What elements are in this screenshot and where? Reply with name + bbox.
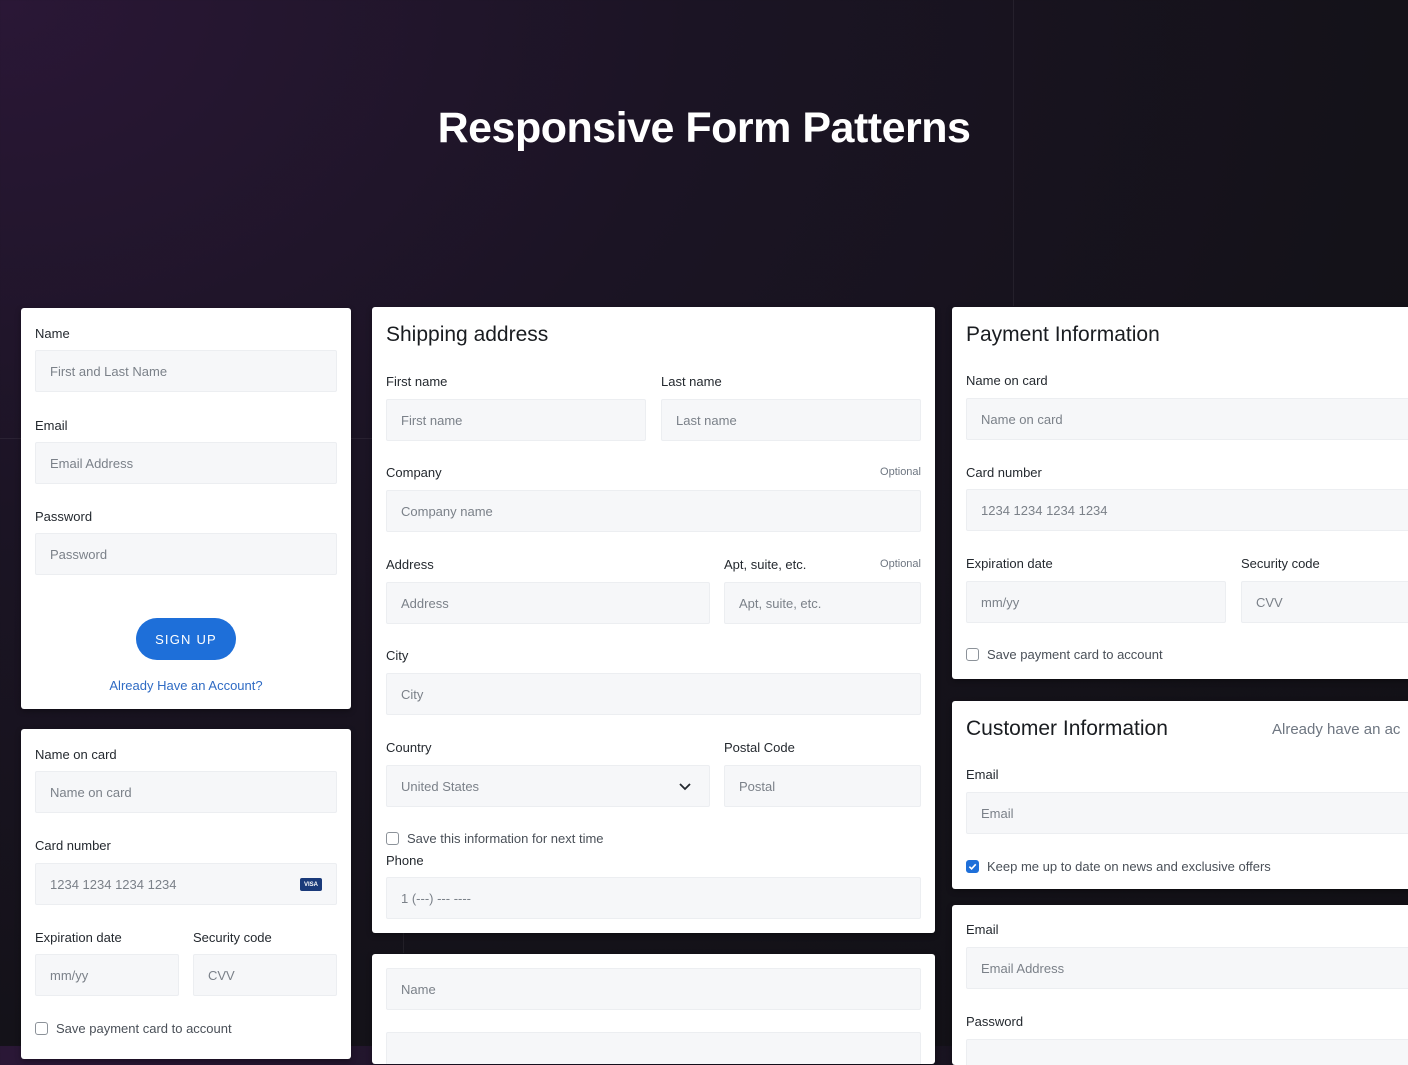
security-code-label: Security code (193, 930, 272, 945)
password-label: Password (966, 1014, 1024, 1029)
sign-up-button[interactable]: SIGN UP (136, 618, 236, 660)
name-on-card-label: Name on card (35, 747, 117, 762)
last-name-input[interactable]: Last name (661, 399, 921, 441)
name-on-card-input[interactable]: Name on card (966, 398, 1408, 440)
city-input[interactable]: City (386, 673, 921, 715)
address-input[interactable]: Address (386, 582, 710, 624)
newsletter-label: Keep me up to date on news and exclusive… (987, 859, 1271, 874)
phone-input[interactable]: 1 (---) --- ---- (386, 877, 921, 919)
save-payment-label: Save payment card to account (987, 647, 1163, 662)
apt-label: Apt, suite, etc. (724, 557, 807, 572)
email-label: Email (966, 922, 999, 937)
expiration-date-label: Expiration date (35, 930, 122, 945)
background-grid-line (1013, 0, 1014, 306)
company-input[interactable]: Company name (386, 490, 921, 532)
name-on-card-label: Name on card (966, 373, 1048, 388)
email-input[interactable]: Email Address (35, 442, 337, 484)
first-name-input[interactable]: First name (386, 399, 646, 441)
save-payment-checkbox-row[interactable]: Save payment card to account (966, 647, 1163, 662)
expiration-date-input[interactable]: mm/yy (35, 954, 179, 996)
already-have-account-link[interactable]: Already Have an Account? (21, 678, 351, 693)
customer-title: Customer Information (966, 717, 1168, 740)
country-select[interactable]: United States (386, 765, 710, 807)
page-title: Responsive Form Patterns (437, 104, 971, 152)
save-info-checkbox[interactable] (386, 832, 399, 845)
email-input[interactable]: Email Address (966, 947, 1408, 989)
email-input[interactable]: Email (966, 792, 1408, 834)
card-number-label: Card number (966, 465, 1042, 480)
payment-information-card: Payment Information Name on card Name on… (952, 307, 1408, 679)
save-info-label: Save this information for next time (407, 831, 604, 846)
shipping-title: Shipping address (386, 323, 549, 346)
email-label: Email (966, 767, 999, 782)
security-code-input[interactable]: CVV (193, 954, 337, 996)
company-optional-hint: Optional (880, 466, 921, 478)
background-grid-line (403, 933, 404, 953)
background-grid-line (0, 438, 22, 439)
newsletter-checkbox-row[interactable]: Keep me up to date on news and exclusive… (966, 859, 1271, 874)
visa-card-icon: VISA (300, 878, 322, 891)
city-label: City (386, 648, 409, 663)
security-code-input[interactable]: CVV (1241, 581, 1408, 623)
save-payment-checkbox[interactable] (966, 648, 979, 661)
signup-card: Name First and Last Name Email Email Add… (21, 308, 351, 709)
name-input-bottom[interactable]: Name (386, 968, 921, 1010)
save-payment-checkbox-row[interactable]: Save payment card to account (35, 1021, 232, 1036)
card-number-input[interactable]: 1234 1234 1234 1234 VISA (35, 863, 337, 905)
address-label: Address (386, 557, 434, 572)
background-grid-line (351, 438, 373, 439)
company-label: Company (386, 465, 442, 480)
already-have-account-link[interactable]: Already have an ac (1272, 721, 1400, 738)
card-number-label: Card number (35, 838, 111, 853)
next-input-bottom[interactable] (386, 1032, 921, 1064)
card-number-placeholder: 1234 1234 1234 1234 (50, 876, 177, 892)
security-code-label: Security code (1241, 556, 1320, 571)
chevron-down-icon (679, 783, 691, 791)
first-name-label: First name (386, 374, 448, 389)
phone-label: Phone (386, 853, 424, 868)
shipping-address-card: Shipping address First name First name L… (372, 307, 935, 933)
password-label: Password (35, 509, 93, 524)
password-input[interactable] (966, 1039, 1408, 1065)
postal-code-input[interactable]: Postal (724, 765, 921, 807)
payment-card-left: Name on card Name on card Card number 12… (21, 729, 351, 1059)
email-label: Email (35, 418, 68, 433)
expiration-date-input[interactable]: mm/yy (966, 581, 1226, 623)
save-payment-label: Save payment card to account (56, 1021, 232, 1036)
customer-information-card: Customer Information Already have an ac … (952, 701, 1408, 889)
apt-optional-hint: Optional (880, 558, 921, 570)
bottom-form-card: Name (372, 954, 935, 1064)
password-input[interactable]: Password (35, 533, 337, 575)
payment-title: Payment Information (966, 323, 1160, 346)
name-on-card-input[interactable]: Name on card (35, 771, 337, 813)
login-card-right: Email Email Address Password (952, 905, 1408, 1065)
country-selected-value: United States (401, 778, 480, 794)
postal-code-label: Postal Code (724, 740, 795, 755)
card-number-input[interactable]: 1234 1234 1234 1234 (966, 489, 1408, 531)
last-name-label: Last name (661, 374, 722, 389)
name-input[interactable]: First and Last Name (35, 350, 337, 392)
save-payment-checkbox[interactable] (35, 1022, 48, 1035)
country-label: Country (386, 740, 432, 755)
save-info-checkbox-row[interactable]: Save this information for next time (386, 831, 604, 846)
expiration-date-label: Expiration date (966, 556, 1053, 571)
name-label: Name (35, 326, 70, 341)
newsletter-checkbox[interactable] (966, 860, 979, 873)
checkmark-icon (968, 863, 977, 870)
apt-input[interactable]: Apt, suite, etc. (724, 582, 921, 624)
